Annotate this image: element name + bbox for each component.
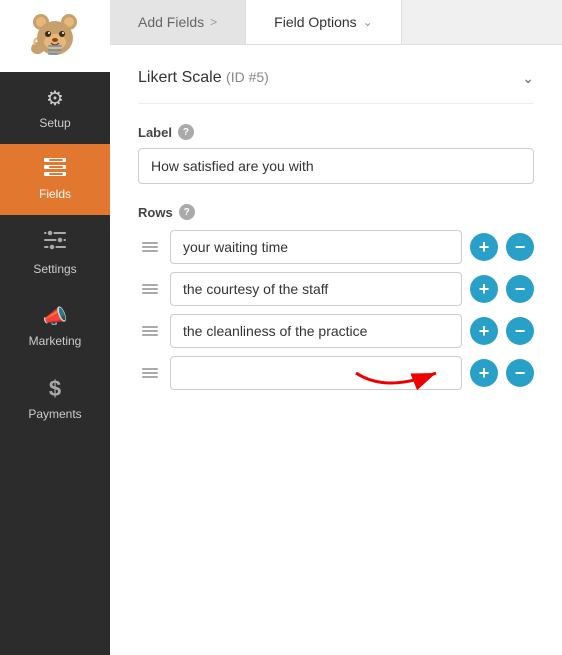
content-panel: Likert Scale (ID #5) ⌄ Label ? Rows ? + … <box>110 45 562 655</box>
main-panel: Add Fields > Field Options ⌄ Likert Scal… <box>110 0 562 655</box>
logo-icon <box>29 10 81 62</box>
row-item-4: + − <box>138 356 534 390</box>
row-add-button-2[interactable]: + <box>470 275 498 303</box>
logo-area <box>0 0 110 72</box>
tab-add-fields-label: Add Fields <box>138 14 204 30</box>
tabs-row: Add Fields > Field Options ⌄ <box>110 0 562 45</box>
drag-handle-1[interactable] <box>138 240 162 254</box>
row-remove-button-4[interactable]: − <box>506 359 534 387</box>
drag-handle-3[interactable] <box>138 324 162 338</box>
label-input[interactable] <box>138 148 534 184</box>
sidebar-item-setup[interactable]: ⚙ Setup <box>0 72 110 144</box>
setup-icon: ⚙ <box>46 86 64 111</box>
sidebar-item-setup-label: Setup <box>39 116 70 130</box>
row-item-3: + − <box>138 314 534 348</box>
sidebar-item-fields[interactable]: Fields <box>0 144 110 215</box>
row-add-button-4[interactable]: + <box>470 359 498 387</box>
sidebar-item-payments-label: Payments <box>28 407 81 421</box>
field-header: Likert Scale (ID #5) ⌄ <box>138 69 534 104</box>
row-item-1: + − <box>138 230 534 264</box>
row-remove-button-2[interactable]: − <box>506 275 534 303</box>
sidebar-item-settings-label: Settings <box>33 262 76 276</box>
sidebar-item-fields-label: Fields <box>39 187 71 201</box>
row-input-4[interactable] <box>170 356 462 390</box>
sidebar-item-marketing[interactable]: 📣 Marketing <box>0 290 110 362</box>
drag-handle-4[interactable] <box>138 366 162 380</box>
fields-icon <box>44 158 66 182</box>
drag-handle-2[interactable] <box>138 282 162 296</box>
add-fields-arrow-icon: > <box>210 15 217 29</box>
tab-field-options[interactable]: Field Options ⌄ <box>246 0 402 44</box>
payments-icon: $ <box>49 376 61 402</box>
sidebar: ⚙ Setup Fields <box>0 0 110 655</box>
rows-help-icon[interactable]: ? <box>179 204 195 220</box>
row-input-1[interactable] <box>170 230 462 264</box>
rows-section-header: Rows ? <box>138 204 534 220</box>
row-input-2[interactable] <box>170 272 462 306</box>
sidebar-item-marketing-label: Marketing <box>29 334 82 348</box>
label-section-header: Label ? <box>138 124 534 140</box>
tab-field-options-label: Field Options <box>274 14 356 30</box>
field-title-id: (ID #5) <box>226 69 269 85</box>
row-add-button-1[interactable]: + <box>470 233 498 261</box>
sidebar-item-payments[interactable]: $ Payments <box>0 362 110 435</box>
sidebar-item-settings[interactable]: Settings <box>0 215 110 290</box>
marketing-icon: 📣 <box>43 304 68 329</box>
row-input-3[interactable] <box>170 314 462 348</box>
tab-add-fields[interactable]: Add Fields > <box>110 0 246 44</box>
row-remove-button-3[interactable]: − <box>506 317 534 345</box>
field-options-chevron-icon: ⌄ <box>363 15 373 29</box>
field-header-chevron-icon[interactable]: ⌄ <box>522 70 534 87</box>
rows-text: Rows <box>138 205 173 220</box>
row-item-2: + − <box>138 272 534 306</box>
settings-icon <box>44 229 66 257</box>
label-help-icon[interactable]: ? <box>178 124 194 140</box>
label-text: Label <box>138 125 172 140</box>
row-add-button-3[interactable]: + <box>470 317 498 345</box>
field-title-name: Likert Scale <box>138 69 226 86</box>
row-remove-button-1[interactable]: − <box>506 233 534 261</box>
field-title: Likert Scale (ID #5) <box>138 69 269 87</box>
